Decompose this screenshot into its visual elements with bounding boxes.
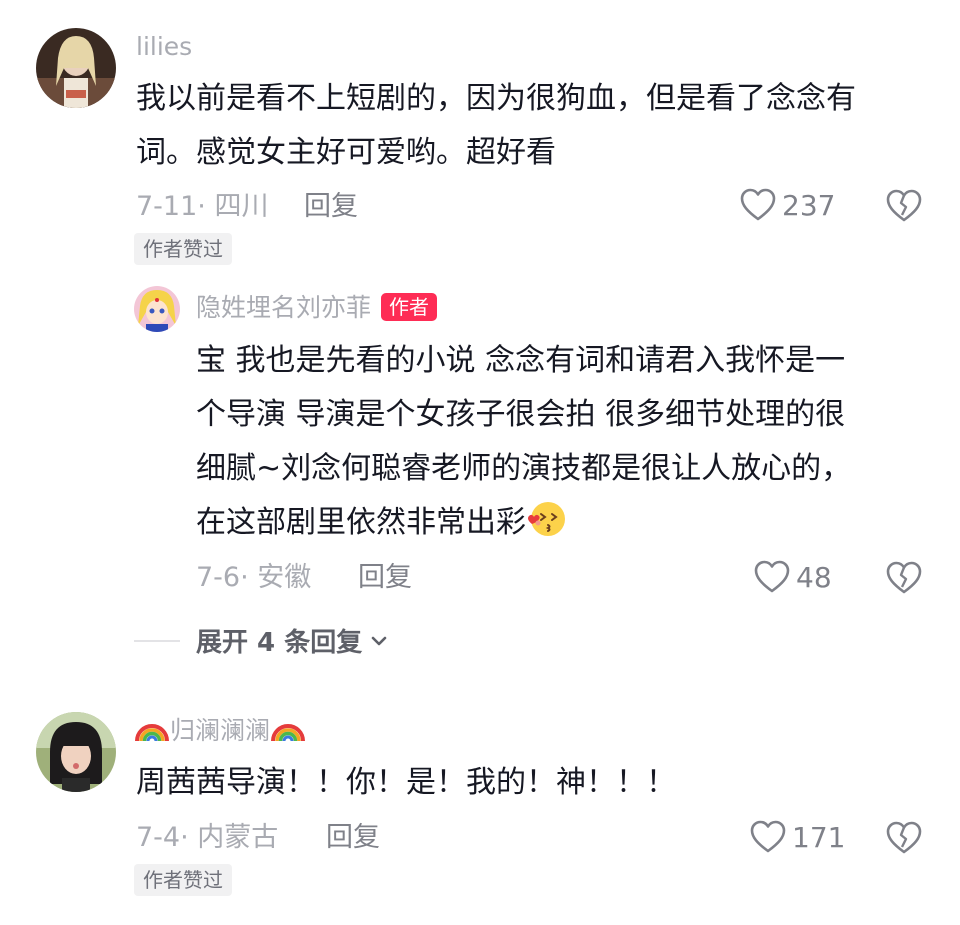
reply-button[interactable]: 回复 (304, 191, 358, 223)
heart-icon (750, 820, 786, 853)
comment-text-line: 词。感觉女主好可爱哟。超好看 (136, 135, 556, 170)
expand-replies-label: 展开 4 条回复 (196, 628, 363, 658)
comment-text-line: 周茜茜导演！！你！是！我的！神！！！ (136, 765, 676, 800)
comment-text: 我以前是看不上短剧的，因为很狗血，但是看了念念有 词。感觉女主好可爱哟。超好看 (136, 72, 936, 180)
reply-text-line-last: 在这部剧里依然非常出彩 (196, 496, 936, 550)
broken-heart-icon (886, 561, 922, 594)
reply-text: 宝 我也是先看的小说 念念有词和请君入我怀是一 个导演 导演是个女孩子很会拍 很… (196, 334, 936, 550)
heart-icon (754, 560, 790, 593)
reply-button[interactable]: 回复 (326, 822, 380, 854)
like-count: 48 (796, 560, 832, 594)
dislike-button[interactable] (886, 821, 922, 859)
reply-button[interactable]: 回复 (358, 562, 412, 594)
author-liked-badge: 作者赞过 (134, 233, 232, 265)
like-button[interactable]: 237 (740, 188, 835, 222)
like-count: 171 (792, 820, 846, 854)
dislike-button[interactable] (886, 561, 922, 599)
expand-replies-button[interactable]: 展开 4 条回复 (134, 622, 390, 659)
heart-icon (740, 188, 776, 221)
reply-date-location: 7-6· 安徽 (196, 562, 312, 593)
comment-username[interactable]: 归澜澜澜 (170, 716, 270, 745)
kiss-emoji-icon (528, 502, 565, 536)
comment-date-location: 7-11· 四川 (136, 191, 269, 222)
dislike-button[interactable] (886, 189, 922, 227)
reply-text-line: 宝 我也是先看的小说 念念有词和请君入我怀是一 (196, 343, 846, 378)
divider-line (134, 639, 180, 642)
comment-text: 周茜茜导演！！你！是！我的！神！！！ (136, 756, 936, 810)
broken-heart-icon (886, 189, 922, 222)
reply-text-line: 个导演 导演是个女孩子很会拍 很多细节处理的很 (196, 397, 846, 432)
reply-text-line: 在这部剧里依然非常出彩 (196, 505, 526, 540)
rainbow-icon (135, 724, 169, 742)
reply-text-line: 细腻~刘念何聪睿老师的演技都是很让人放心的， (196, 451, 852, 486)
reply-avatar[interactable] (134, 286, 180, 332)
comment-text-line: 我以前是看不上短剧的，因为很狗血，但是看了念念有 (136, 81, 856, 116)
comment-username[interactable]: lilies (136, 32, 192, 62)
rainbow-icon (271, 724, 306, 742)
comment-date-location: 7-4· 内蒙古 (136, 822, 279, 853)
chevron-down-icon (371, 636, 387, 645)
author-liked-badge: 作者赞过 (134, 864, 232, 896)
like-count: 237 (782, 188, 836, 222)
avatar[interactable] (36, 28, 116, 108)
reply-username[interactable]: 隐姓埋名刘亦菲 (196, 293, 371, 322)
reply-username-row: 隐姓埋名刘亦菲 作者 (196, 293, 438, 323)
like-button[interactable]: 171 (750, 820, 845, 854)
author-tag: 作者 (381, 293, 438, 321)
avatar[interactable] (36, 712, 116, 792)
comment-username-row: 归澜澜澜 (134, 715, 306, 746)
broken-heart-icon (886, 821, 922, 854)
like-button[interactable]: 48 (754, 560, 832, 594)
